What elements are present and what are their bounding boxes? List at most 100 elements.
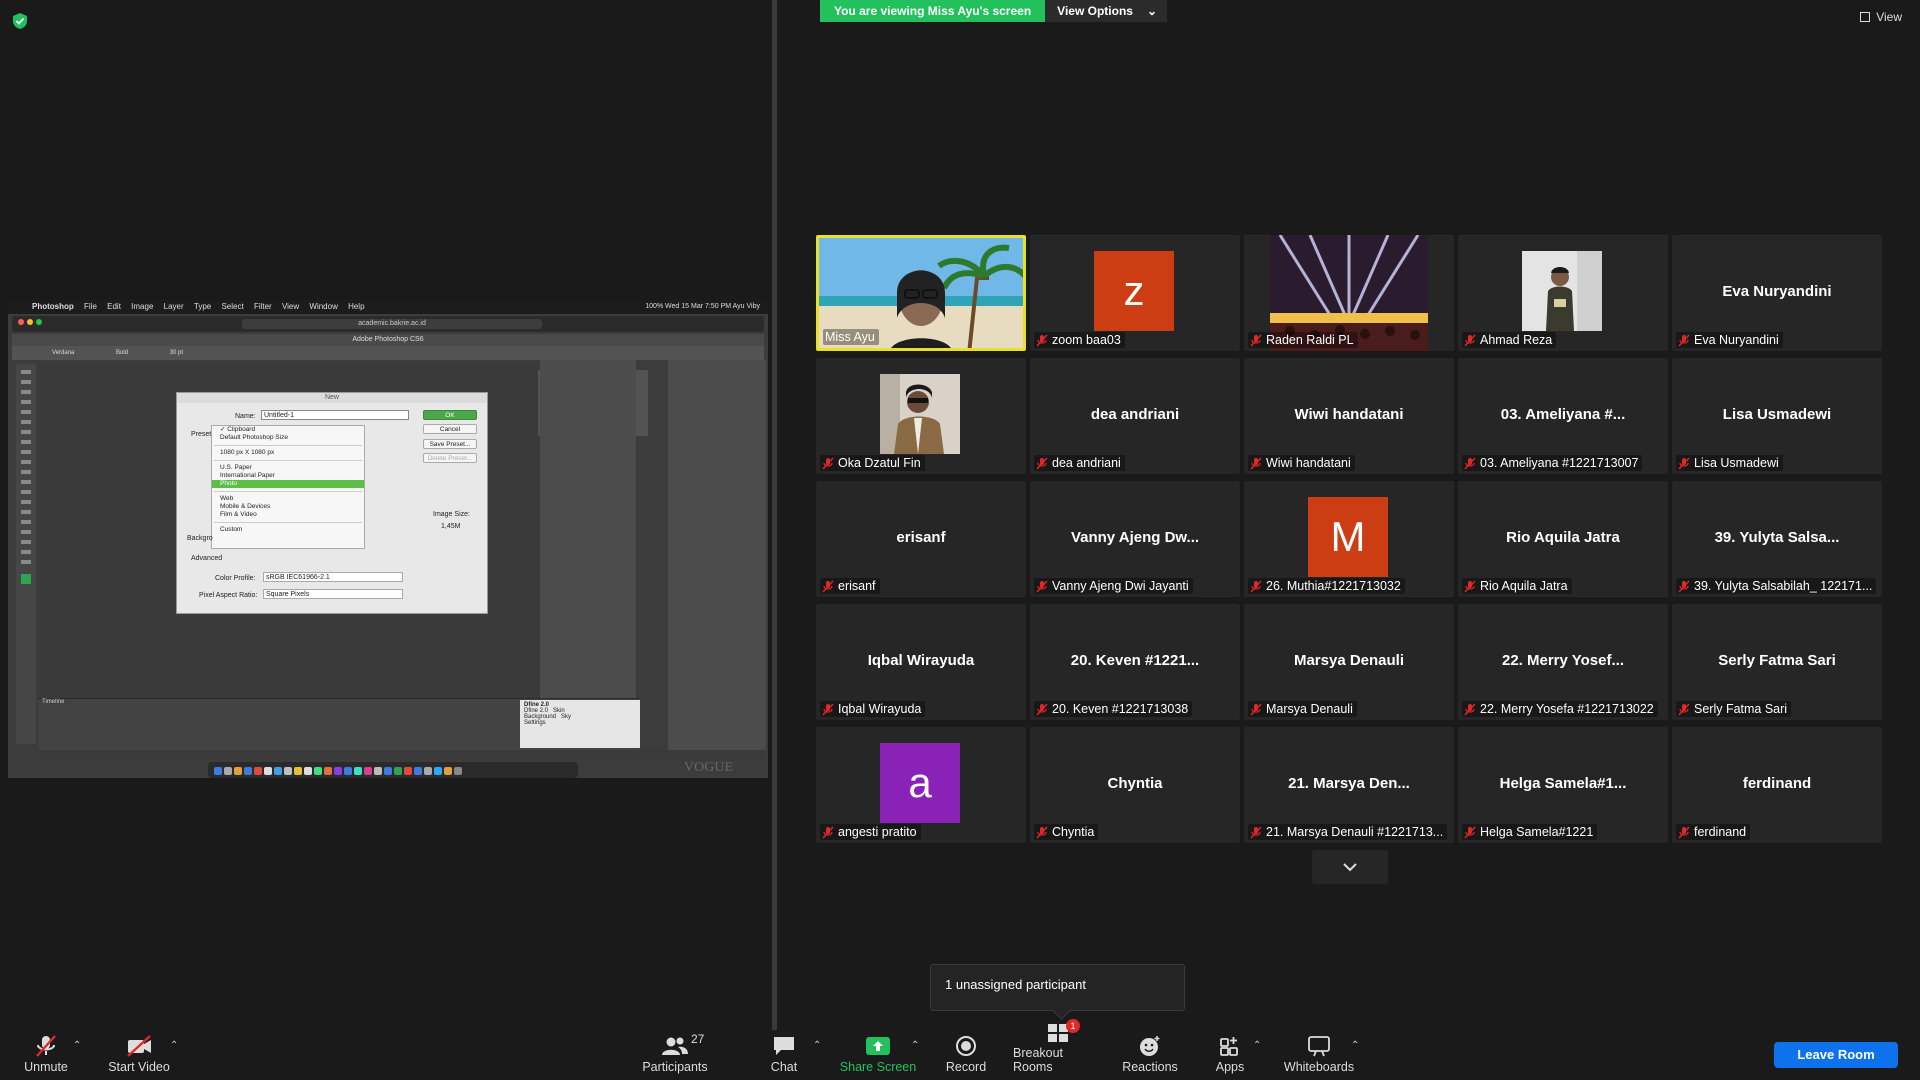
whiteboards-button[interactable]: Whiteboards: [1282, 1030, 1356, 1080]
participant-tile[interactable]: Ahmad Reza: [1458, 235, 1668, 351]
participant-tile[interactable]: Wiwi handatani Wiwi handatani: [1244, 358, 1454, 474]
participant-name: Vanny Ajeng Dwi Jayanti: [1052, 579, 1189, 593]
participant-name: erisanf: [838, 579, 876, 593]
participant-name: Rio Aquila Jatra: [1480, 579, 1568, 593]
mic-muted-icon: [1464, 703, 1476, 716]
participant-tile[interactable]: dea andriani dea andriani: [1030, 358, 1240, 474]
participant-name-label: Lisa Usmadewi: [1676, 455, 1783, 471]
ps-preset-item: Mobile & Devices: [220, 503, 271, 510]
participant-tile[interactable]: Helga Samela#1... Helga Samela#1221: [1458, 727, 1668, 843]
participant-tile[interactable]: Eva Nuryandini Eva Nuryandini: [1672, 235, 1882, 351]
participant-display-name: ferdinand: [1742, 775, 1812, 792]
mic-muted-icon: [822, 826, 834, 839]
participant-name-label: angesti pratito: [820, 824, 921, 840]
participant-name-label: Vanny Ajeng Dwi Jayanti: [1034, 578, 1193, 594]
participant-name: Lisa Usmadewi: [1694, 456, 1779, 470]
participant-name-label: dea andriani: [1034, 455, 1125, 471]
unassigned-participant-toast[interactable]: 1 unassigned participant: [930, 964, 1185, 1011]
participant-tile[interactable]: 20. Keven #1221... 20. Keven #1221713038: [1030, 604, 1240, 720]
unmute-button[interactable]: Unmute: [18, 1030, 74, 1080]
participant-name: Helga Samela#1221: [1480, 825, 1594, 839]
photoshop-options-bar: Verdana Bold 30 pt: [12, 346, 764, 360]
participant-tile[interactable]: ferdinand ferdinand: [1672, 727, 1882, 843]
mic-muted-icon: [1250, 826, 1262, 839]
ps-name-label: Name:: [235, 413, 256, 420]
gallery-next-page-button[interactable]: [1312, 850, 1388, 884]
apps-options-caret[interactable]: ⌃: [1253, 1040, 1261, 1051]
audio-options-caret[interactable]: ⌃: [73, 1040, 81, 1051]
participant-tile[interactable]: a angesti pratito: [816, 727, 1026, 843]
participant-tile[interactable]: Raden Raldi PL: [1244, 235, 1454, 351]
breakout-rooms-button[interactable]: 1 Breakout Rooms: [1013, 1019, 1103, 1080]
participants-label: Participants: [642, 1060, 708, 1074]
photoshop-side-icons: [540, 360, 636, 750]
split-view-divider[interactable]: [772, 0, 777, 1030]
mic-muted-icon: [822, 457, 834, 470]
participant-tile[interactable]: Iqbal Wirayuda Iqbal Wirayuda: [816, 604, 1026, 720]
participant-tile[interactable]: M 26. Muthia#1221713032: [1244, 481, 1454, 597]
mic-muted-icon: [1678, 457, 1690, 470]
participant-display-name: Marsya Denauli: [1293, 652, 1405, 669]
participants-icon: [662, 1037, 688, 1055]
participant-tile[interactable]: Chyntia Chyntia: [1030, 727, 1240, 843]
start-video-button[interactable]: Start Video: [104, 1030, 174, 1080]
ps-preset-item: Web: [220, 495, 234, 502]
mic-muted-icon: [1036, 457, 1048, 470]
participant-tile[interactable]: Oka Dzatul Fin: [816, 358, 1026, 474]
shared-mac-desktop[interactable]: Photoshop File Edit Image Layer Type Sel…: [8, 300, 768, 778]
chat-button[interactable]: Chat: [766, 1030, 802, 1080]
participants-count: 27: [691, 1032, 705, 1046]
mic-muted-icon: [1464, 580, 1476, 593]
participant-tile[interactable]: 21. Marsya Den... 21. Marsya Denauli #122…: [1244, 727, 1454, 843]
viewing-banner: You are viewing Miss Ayu's screen View O…: [820, 0, 1168, 22]
participant-name-label: 22. Merry Yosefa #1221713022: [1462, 701, 1658, 717]
share-options-caret[interactable]: ⌃: [911, 1040, 919, 1051]
mac-dock: [208, 762, 578, 778]
participant-tile[interactable]: Vanny Ajeng Dw... Vanny Ajeng Dwi Jayanti: [1030, 481, 1240, 597]
ps-ok-button: OK: [423, 410, 477, 420]
record-icon: [956, 1036, 976, 1056]
participant-tile[interactable]: erisanf erisanf: [816, 481, 1026, 597]
timeline-label: Timeline: [42, 699, 65, 705]
share-screen-button[interactable]: Share Screen: [838, 1030, 918, 1080]
participant-display-name: Serly Fatma Sari: [1718, 652, 1836, 669]
participant-tile[interactable]: 22. Merry Yosef... 22. Merry Yosefa #1221…: [1458, 604, 1668, 720]
shield-check-icon[interactable]: [11, 12, 29, 30]
mic-muted-icon: [1036, 580, 1048, 593]
participant-tile[interactable]: 03. Ameliyana #... 03. Ameliyana #1221713…: [1458, 358, 1668, 474]
participant-tile[interactable]: Marsya Denauli Marsya Denauli: [1244, 604, 1454, 720]
view-options-button[interactable]: View Options ⌄: [1045, 0, 1168, 22]
whiteboards-label: Whiteboards: [1283, 1060, 1355, 1074]
reactions-button[interactable]: Reactions: [1120, 1030, 1180, 1080]
participant-name-label: Serly Fatma Sari: [1676, 701, 1792, 717]
ps-preset-dropdown-menu: ✓ Clipboard Default Photoshop Size 1080 …: [211, 425, 365, 549]
participant-display-name: 03. Ameliyana #...: [1500, 406, 1626, 423]
ps-color-profile-select: sRGB IEC61966-2.1: [263, 572, 403, 582]
chat-options-caret[interactable]: ⌃: [813, 1040, 821, 1051]
record-button[interactable]: Record: [946, 1030, 986, 1080]
participant-name-label: Rio Aquila Jatra: [1462, 578, 1572, 594]
participant-display-name: 22. Merry Yosef...: [1501, 652, 1624, 669]
participant-display-name: Eva Nuryandini: [1722, 283, 1832, 300]
participant-name: Wiwi handatani: [1266, 456, 1351, 470]
mac-menu-item: File: [84, 302, 97, 311]
video-options-caret[interactable]: ⌃: [170, 1040, 178, 1051]
apps-icon: [1220, 1037, 1238, 1056]
leave-room-button[interactable]: Leave Room: [1774, 1042, 1898, 1068]
participant-tile[interactable]: Lisa Usmadewi Lisa Usmadewi: [1672, 358, 1882, 474]
ps-advanced-toggle: Advanced: [191, 555, 223, 562]
apps-button[interactable]: Apps: [1210, 1030, 1250, 1080]
whiteboard-options-caret[interactable]: ⌃: [1351, 1040, 1359, 1051]
foreground-color-swatch: [21, 574, 31, 584]
active-speaker-tile[interactable]: Miss Ayu: [816, 235, 1026, 351]
avatar: z: [1094, 251, 1174, 331]
shared-screen-pane: Photoshop File Edit Image Layer Type Sel…: [0, 0, 770, 1030]
participant-tile[interactable]: 39. Yulyta Salsa... 39. Yulyta Salsabilah…: [1672, 481, 1882, 597]
apps-label: Apps: [1215, 1060, 1245, 1074]
participants-button[interactable]: 27 Participants: [640, 1030, 710, 1080]
participant-tile[interactable]: Serly Fatma Sari Serly Fatma Sari: [1672, 604, 1882, 720]
participant-tile[interactable]: z zoom baa03: [1030, 235, 1240, 351]
participant-tile[interactable]: Rio Aquila Jatra Rio Aquila Jatra: [1458, 481, 1668, 597]
view-layout-button[interactable]: View: [1860, 10, 1902, 24]
mic-muted-icon: [1678, 334, 1690, 347]
